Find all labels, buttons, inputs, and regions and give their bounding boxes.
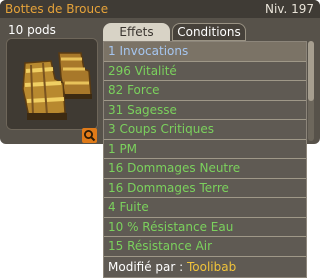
effect-row[interactable]: 1 Invocations [104, 42, 306, 62]
modified-by: Modifié par : Toolibab [104, 257, 306, 277]
tab-effets[interactable]: Effets [103, 23, 170, 41]
modified-by-label: Modifié par : [108, 259, 184, 274]
search-button[interactable] [82, 128, 97, 143]
effect-row[interactable]: 16 Dommages Neutre [104, 159, 306, 179]
item-level: Niv. 197 [264, 2, 314, 16]
modified-by-author: Toolibab [187, 259, 237, 274]
effect-row[interactable]: 10 % Résistance Eau [104, 218, 306, 237]
effect-row[interactable]: 31 Sagesse [104, 101, 306, 120]
header-bar: Bottes de Brouce Niv. 197 [0, 0, 320, 18]
item-image-frame [6, 38, 98, 130]
effect-row[interactable]: 296 Vitalité [104, 62, 306, 81]
effect-row[interactable]: 1 PM [104, 140, 306, 159]
pods-label: 10 pods [8, 23, 56, 37]
effect-row[interactable]: 82 Force [104, 81, 306, 101]
tab-conditions[interactable]: Conditions [172, 23, 246, 41]
boots-icon [7, 39, 97, 129]
effect-row[interactable]: 15 Résistance Air [104, 237, 306, 257]
scrollbar-thumb[interactable] [308, 41, 314, 101]
effect-row[interactable]: 16 Dommages Terre [104, 179, 306, 198]
effects-list: 1 Invocations 296 Vitalité 82 Force 31 S… [103, 41, 307, 278]
item-name: Bottes de Brouce [5, 2, 109, 16]
magnifier-icon [84, 130, 96, 142]
effect-row[interactable]: 3 Coups Critiques [104, 120, 306, 140]
effect-row[interactable]: 4 Fuite [104, 198, 306, 218]
